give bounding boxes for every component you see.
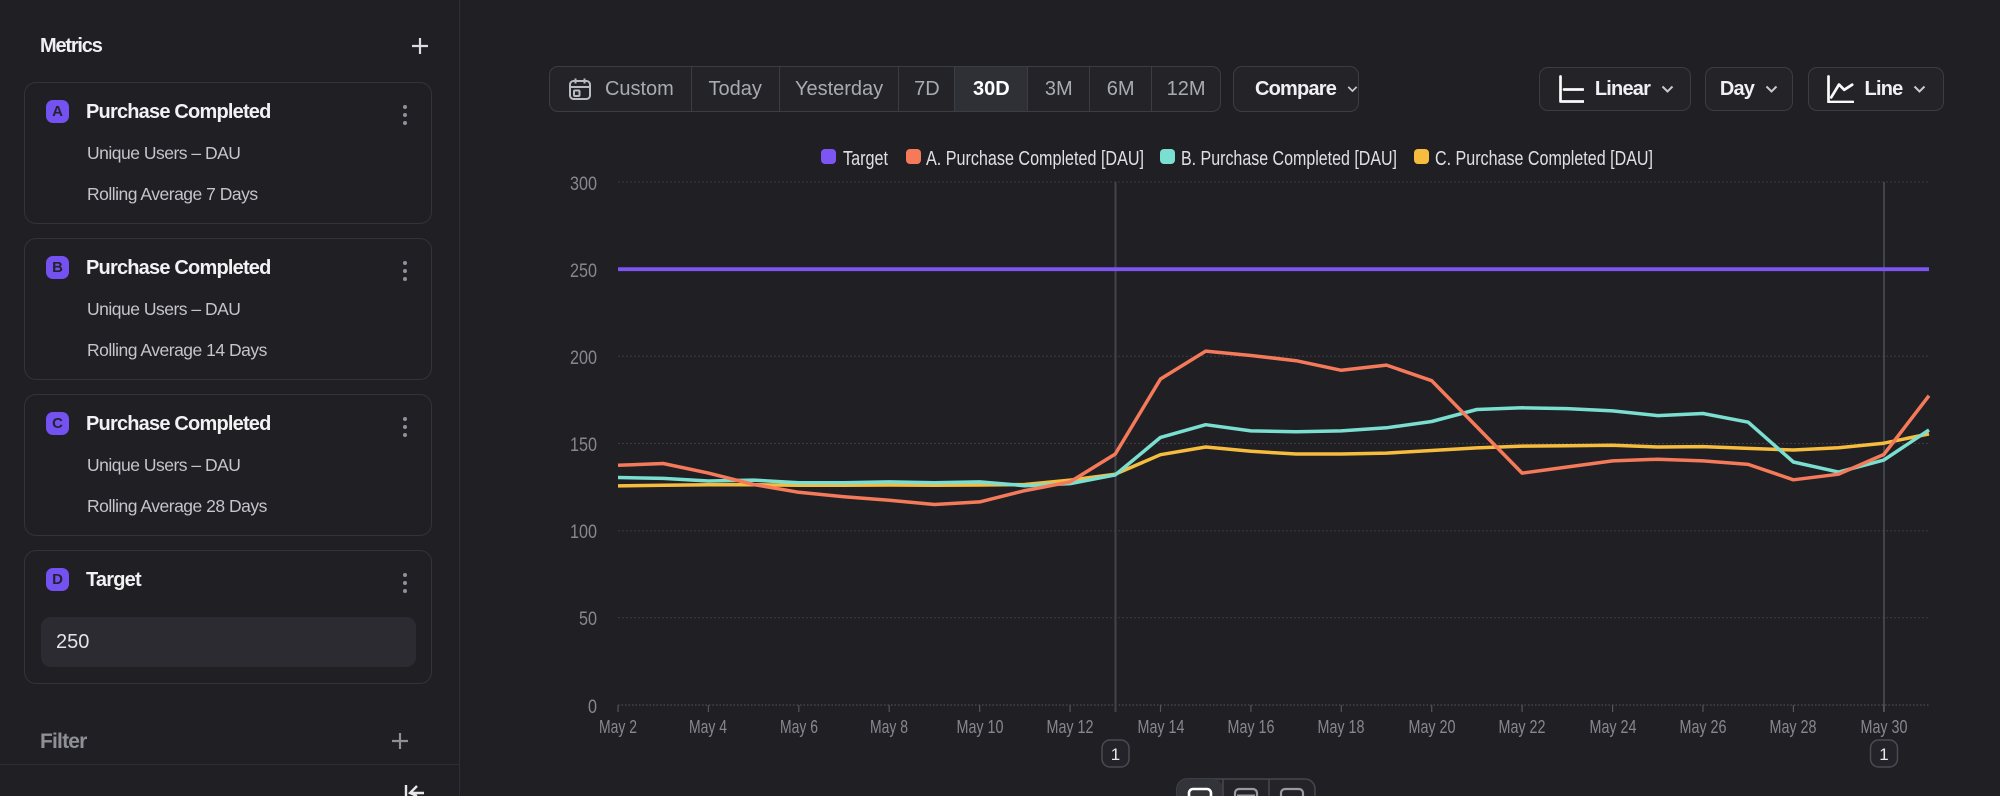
svg-text:May 30: May 30 — [1861, 717, 1908, 737]
svg-text:150: 150 — [570, 435, 597, 456]
svg-text:May 8: May 8 — [870, 717, 908, 737]
svg-text:A. Purchase Completed [DAU]: A. Purchase Completed [DAU] — [926, 148, 1144, 170]
svg-text:May 26: May 26 — [1680, 717, 1727, 737]
svg-text:May 12: May 12 — [1047, 717, 1094, 737]
svg-text:1: 1 — [1111, 745, 1120, 764]
svg-text:Target: Target — [843, 148, 888, 170]
svg-text:May 10: May 10 — [957, 717, 1004, 737]
svg-text:250: 250 — [570, 261, 597, 282]
svg-text:0: 0 — [588, 697, 597, 718]
svg-text:May 4: May 4 — [689, 717, 727, 737]
svg-text:300: 300 — [570, 174, 597, 195]
svg-text:May 28: May 28 — [1770, 717, 1817, 737]
svg-text:100: 100 — [570, 522, 597, 543]
svg-text:May 6: May 6 — [780, 717, 818, 737]
svg-text:C. Purchase Completed [DAU]: C. Purchase Completed [DAU] — [1435, 148, 1653, 170]
svg-text:May 22: May 22 — [1499, 717, 1546, 737]
svg-text:May 18: May 18 — [1318, 717, 1365, 737]
svg-text:50: 50 — [579, 609, 597, 630]
svg-text:May 24: May 24 — [1590, 717, 1637, 737]
svg-text:May 20: May 20 — [1409, 717, 1456, 737]
svg-text:May 14: May 14 — [1138, 717, 1185, 737]
svg-text:May 2: May 2 — [599, 717, 637, 737]
svg-text:1: 1 — [1879, 745, 1888, 764]
svg-text:200: 200 — [570, 348, 597, 369]
svg-text:B. Purchase Completed [DAU]: B. Purchase Completed [DAU] — [1181, 148, 1397, 170]
svg-text:May 16: May 16 — [1228, 717, 1275, 737]
